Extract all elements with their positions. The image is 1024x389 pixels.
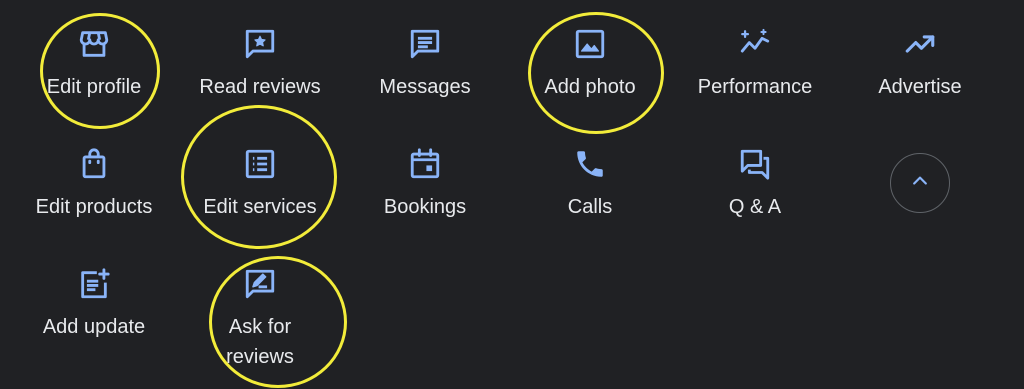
message-icon — [408, 27, 442, 61]
trending-up-icon — [903, 27, 937, 61]
forum-icon — [738, 147, 772, 181]
storefront-icon — [77, 27, 111, 61]
calls-button[interactable]: Calls — [510, 147, 670, 222]
messages-button[interactable]: Messages — [345, 27, 505, 102]
performance-label: Performance — [697, 76, 813, 98]
post-add-icon — [77, 267, 111, 301]
sparkle-trend-icon — [738, 27, 772, 61]
star-review-icon — [243, 27, 277, 61]
rate-review-icon — [243, 267, 277, 301]
calendar-icon — [408, 147, 442, 181]
add-update-button[interactable]: Add update — [14, 267, 174, 342]
chevron-up-icon — [910, 171, 930, 196]
ask-for-reviews-label: Ask for reviews — [226, 316, 294, 368]
calls-label: Calls — [567, 196, 613, 218]
list-icon — [243, 147, 277, 181]
edit-profile-button[interactable]: Edit profile — [14, 27, 174, 102]
add-update-label: Add update — [42, 316, 146, 338]
messages-label: Messages — [379, 76, 471, 98]
performance-button[interactable]: Performance — [675, 27, 835, 102]
shopping-bag-icon — [77, 147, 111, 181]
bookings-label: Bookings — [383, 196, 467, 218]
advertise-label: Advertise — [878, 76, 962, 98]
image-icon — [573, 27, 607, 61]
bookings-button[interactable]: Bookings — [345, 147, 505, 222]
edit-profile-label: Edit profile — [46, 76, 142, 98]
read-reviews-button[interactable]: Read reviews — [180, 27, 340, 102]
read-reviews-label: Read reviews — [199, 76, 321, 98]
add-photo-button[interactable]: Add photo — [510, 27, 670, 102]
add-photo-label: Add photo — [544, 76, 636, 98]
edit-products-label: Edit products — [35, 196, 153, 218]
edit-products-button[interactable]: Edit products — [14, 147, 174, 222]
edit-services-button[interactable]: Edit services — [180, 147, 340, 222]
phone-icon — [573, 147, 607, 181]
advertise-button[interactable]: Advertise — [840, 27, 1000, 102]
q-and-a-button[interactable]: Q & A — [675, 147, 835, 222]
collapse-button[interactable] — [890, 153, 950, 213]
q-and-a-label: Q & A — [728, 196, 782, 218]
edit-services-label: Edit services — [203, 196, 317, 218]
ask-for-reviews-button[interactable]: Ask for reviews — [180, 267, 340, 372]
